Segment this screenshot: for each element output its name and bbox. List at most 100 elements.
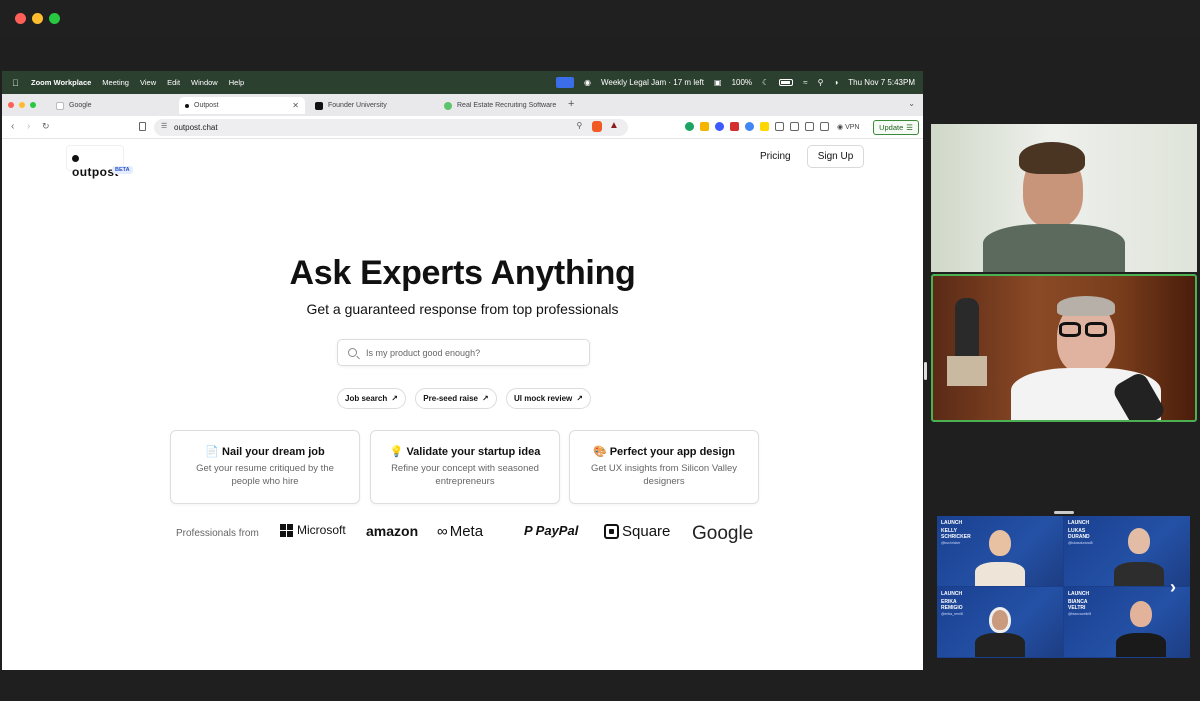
chip-label: UI mock review (514, 394, 573, 403)
document-icon: 📄 (205, 446, 219, 458)
menu-app-name[interactable]: Zoom Workplace (31, 78, 91, 87)
extension-icon[interactable] (760, 122, 769, 131)
launch-logo: LAUNCH (1068, 520, 1090, 526)
browser-minimize-button[interactable] (19, 102, 25, 108)
menu-help[interactable]: Help (229, 78, 244, 87)
menu-icon: ☰ (906, 123, 913, 132)
leo-icon[interactable] (820, 122, 829, 131)
notion-icon[interactable]: ▣ (714, 78, 722, 87)
extension-icon[interactable] (715, 122, 724, 131)
chevron-right-icon[interactable]: › (1170, 577, 1176, 598)
participant-name: KELLY SCHRICKER (941, 528, 971, 540)
chip-ui-mock-review[interactable]: UI mock review ↗ (506, 388, 591, 409)
tab-title: Google (69, 102, 92, 109)
brave-rewards-icon[interactable]: ▲ (609, 120, 619, 131)
chip-label: Pre-seed raise (423, 394, 478, 403)
participant-body (975, 562, 1025, 586)
datetime[interactable]: Thu Nov 7 5:43PM (848, 78, 915, 87)
apple-icon[interactable]:  (12, 78, 20, 88)
brand-paypal: P PayPal (524, 523, 578, 538)
update-label: Update (879, 123, 904, 132)
fullscreen-window-button[interactable] (49, 13, 60, 24)
participant-video-1[interactable] (931, 124, 1197, 272)
resize-handle[interactable] (924, 362, 927, 380)
participant-video-2-active-speaker[interactable] (931, 274, 1197, 422)
search-icon (348, 348, 357, 357)
brand-label: Microsoft (297, 523, 346, 537)
extension-icon[interactable] (745, 122, 754, 131)
panel-drag-handle[interactable] (1054, 511, 1074, 514)
glasses-icon (1059, 322, 1081, 337)
card-description: Get UX insights from Silicon Valley desi… (590, 463, 738, 487)
books (947, 356, 987, 386)
url-text: outpost.chat (174, 123, 218, 132)
card-title: Nail your dream job (222, 446, 325, 458)
moon-icon[interactable]: ☾ (762, 78, 769, 87)
chat-icon[interactable]: ◉ (584, 78, 591, 87)
vpn-button[interactable]: ◉ VPN (837, 123, 859, 131)
extension-icon[interactable] (775, 122, 784, 131)
menu-meeting[interactable]: Meeting (102, 78, 129, 87)
participant-tile[interactable]: LAUNCH KELLY SCHRICKER @kschricker (937, 516, 1063, 586)
hero-subtitle: Get a guaranteed response from top profe… (306, 301, 619, 317)
menu-window[interactable]: Window (191, 78, 218, 87)
brand-label: PayPal (535, 523, 579, 538)
meeting-status[interactable]: Weekly Legal Jam · 17 m left (601, 78, 704, 87)
bookmark-icon[interactable] (139, 122, 146, 131)
professionals-from-label: Professionals from (176, 528, 259, 539)
zoom-page-icon[interactable]: ⚲ (576, 121, 582, 130)
close-window-button[interactable] (15, 13, 26, 24)
hero-title: Ask Experts Anything (289, 254, 636, 292)
sidebar-icon[interactable] (790, 122, 799, 131)
glasses-icon (1085, 322, 1107, 337)
zoom-share-icon[interactable] (556, 77, 574, 88)
reload-icon[interactable]: ↻ (42, 121, 50, 132)
tab-google[interactable]: Google (50, 97, 175, 114)
brand-amazon: amazon (366, 523, 418, 539)
participant-handle: @lukasdurand8 (1068, 541, 1093, 545)
pricing-link[interactable]: Pricing (760, 151, 791, 162)
tab-title: Real Estate Recruiting Software (457, 102, 557, 109)
menu-edit[interactable]: Edit (167, 78, 180, 87)
minimize-window-button[interactable] (32, 13, 43, 24)
close-tab-icon[interactable]: ✕ (292, 101, 299, 110)
extension-icon[interactable] (685, 122, 694, 131)
lightbulb-icon: 💡 (389, 446, 404, 458)
card-dream-job[interactable]: 📄 Nail your dream job Get your resume cr… (170, 430, 360, 504)
forward-icon[interactable]: › (27, 121, 30, 132)
participant-tile[interactable]: LAUNCH LUKAS DURAND @lukasdurand8 (1064, 516, 1190, 586)
tab-real-estate[interactable]: Real Estate Recruiting Software (438, 97, 564, 114)
participant-tile[interactable]: LAUNCH ERIKA REMIGIO @erika_remi8 (937, 587, 1063, 657)
url-input[interactable]: ☰ outpost.chat ⚲ ⇧ (154, 119, 628, 136)
tab-outpost[interactable]: Outpost ✕ (179, 97, 305, 114)
brand-label: Square (622, 523, 671, 540)
control-center-icon[interactable]: ◑ (833, 78, 838, 87)
chip-label: Job search (345, 394, 388, 403)
participant-body (1116, 633, 1166, 657)
question-search-input[interactable]: Is my product good enough? (337, 339, 590, 366)
wallet-icon[interactable] (805, 122, 814, 131)
card-startup-idea[interactable]: 💡 Validate your startup idea Refine your… (370, 430, 560, 504)
card-app-design[interactable]: 🎨 Perfect your app design Get UX insight… (569, 430, 759, 504)
chip-pre-seed-raise[interactable]: Pre-seed raise ↗ (415, 388, 497, 409)
back-icon[interactable]: ‹ (11, 121, 14, 132)
brave-shield-icon[interactable] (592, 121, 602, 132)
participant-grid: LAUNCH KELLY SCHRICKER @kschricker LAUNC… (937, 516, 1190, 658)
signup-button[interactable]: Sign Up (807, 145, 864, 168)
outpost-logo[interactable]: outpost BETA (66, 145, 133, 179)
new-tab-icon[interactable]: + (568, 98, 574, 110)
extension-icon[interactable] (730, 122, 739, 131)
wifi-icon[interactable]: ≈ (803, 78, 807, 87)
browser-close-button[interactable] (8, 102, 14, 108)
browser-zoom-button[interactable] (30, 102, 36, 108)
battery-icon[interactable] (779, 79, 794, 86)
extension-icon[interactable] (700, 122, 709, 131)
search-icon[interactable]: ⚲ (818, 78, 824, 87)
chip-job-search[interactable]: Job search ↗ (337, 388, 406, 409)
tab-founder-university[interactable]: Founder University (309, 97, 435, 114)
menu-view[interactable]: View (140, 78, 156, 87)
update-button[interactable]: Update ☰ (873, 120, 919, 135)
site-settings-icon[interactable]: ☰ (161, 122, 167, 130)
chevron-down-icon[interactable]: ⌄ (908, 99, 915, 108)
launch-logo: LAUNCH (941, 520, 963, 526)
